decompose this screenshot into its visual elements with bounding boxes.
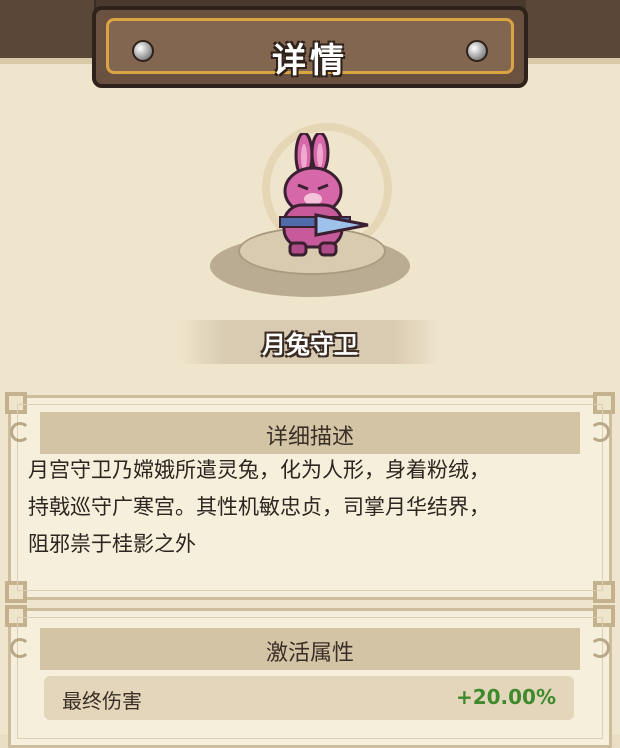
description-line: 阻邪祟于桂影之外 (28, 532, 196, 556)
description-line: 持戟巡守广寒宫。其性机敏忠贞，司掌月华结界， (28, 495, 490, 519)
frame-corner-ornament (5, 605, 27, 627)
attribute-name: 最终伤害 (62, 689, 142, 713)
description-line: 月宫守卫乃嫦娥所遣灵兔，化为人形，身着粉绒， (28, 458, 490, 482)
title-banner-inner: 详情 (106, 18, 514, 81)
frame-corner-ornament (5, 581, 27, 603)
attributes-header: 激活属性 (10, 628, 610, 670)
wood-plank (526, 0, 620, 58)
attributes-header-label: 激活属性 (265, 641, 354, 666)
scroll-curl-icon (590, 422, 610, 442)
character-portrait (200, 115, 420, 305)
frame-corner-ornament (5, 392, 27, 414)
wood-plank (0, 0, 96, 58)
rivet-icon (466, 40, 488, 62)
attribute-value: +20.00% (455, 685, 556, 709)
frame-corner-ornament (593, 581, 615, 603)
scroll-curl-icon (10, 638, 30, 658)
description-header-label: 详细描述 (265, 425, 354, 450)
attribute-row: 最终伤害 +20.00% (44, 676, 574, 720)
character-name-plate: 月兔守卫 (180, 320, 440, 364)
rivet-icon (132, 40, 154, 62)
character-name: 月兔守卫 (262, 331, 358, 359)
pink-rabbit-guard-icon (279, 133, 369, 257)
frame-corner-ornament (593, 605, 615, 627)
scroll-curl-icon (10, 422, 30, 442)
page-title: 详情 (272, 41, 348, 81)
description-text: 月宫守卫乃嫦娥所遣灵兔，化为人形，身着粉绒， 持戟巡守广寒宫。其性机敏忠贞，司掌… (28, 452, 588, 563)
frame-corner-ornament (593, 392, 615, 414)
title-banner: 详情 (92, 6, 528, 88)
scroll-curl-icon (590, 638, 610, 658)
description-header: 详细描述 (10, 412, 610, 454)
